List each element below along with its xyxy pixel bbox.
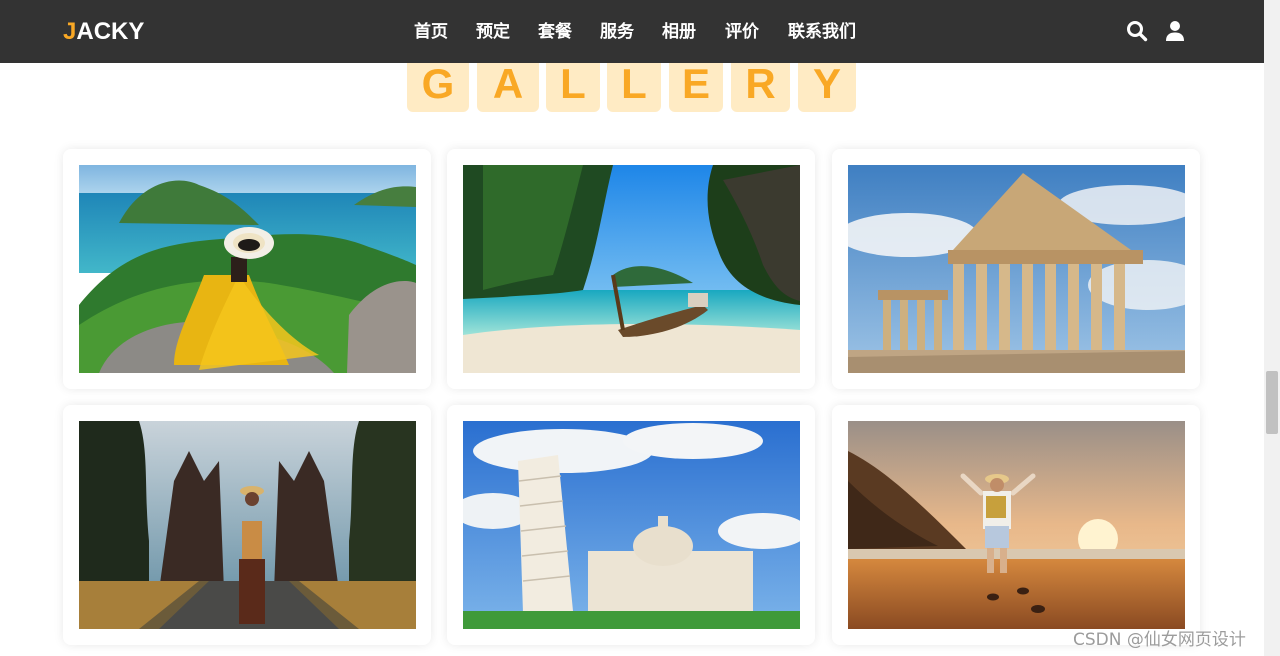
bali-temple-gate-photo[interactable] (79, 421, 416, 629)
gallery-card[interactable] (63, 405, 431, 645)
scrollbar-thumb[interactable] (1266, 371, 1278, 434)
nav-contact[interactable]: 联系我们 (788, 20, 856, 44)
nav-book[interactable]: 预定 (476, 20, 510, 44)
top-navbar: JACKY 首页 预定 套餐 服务 相册 评价 联系我们 (0, 0, 1264, 63)
gallery-card[interactable] (832, 149, 1200, 389)
gallery-card[interactable] (447, 405, 815, 645)
longtail-boat-beach-photo[interactable] (463, 165, 800, 373)
nav-reviews[interactable]: 评价 (725, 20, 759, 44)
nav-services[interactable]: 服务 (600, 20, 634, 44)
island-woman-yellow-dress-photo[interactable] (79, 165, 416, 373)
nav-home[interactable]: 首页 (414, 20, 448, 44)
gallery-card[interactable] (832, 405, 1200, 645)
gallery-card[interactable] (63, 149, 431, 389)
gallery-card[interactable] (447, 149, 815, 389)
page-scrollbar[interactable] (1264, 0, 1280, 656)
nav-packages[interactable]: 套餐 (538, 20, 572, 44)
watermark: CSDN @仙女网页设计 (1073, 630, 1246, 650)
nav-gallery[interactable]: 相册 (662, 20, 696, 44)
main-nav: 首页 预定 套餐 服务 相册 评价 联系我们 (0, 0, 1264, 63)
user-icon[interactable] (1163, 19, 1187, 43)
leaning-tower-pisa-photo[interactable] (463, 421, 800, 629)
beach-sunset-hiker-photo[interactable] (848, 421, 1185, 629)
parthenon-photo[interactable] (848, 165, 1185, 373)
search-icon[interactable] (1125, 19, 1149, 43)
